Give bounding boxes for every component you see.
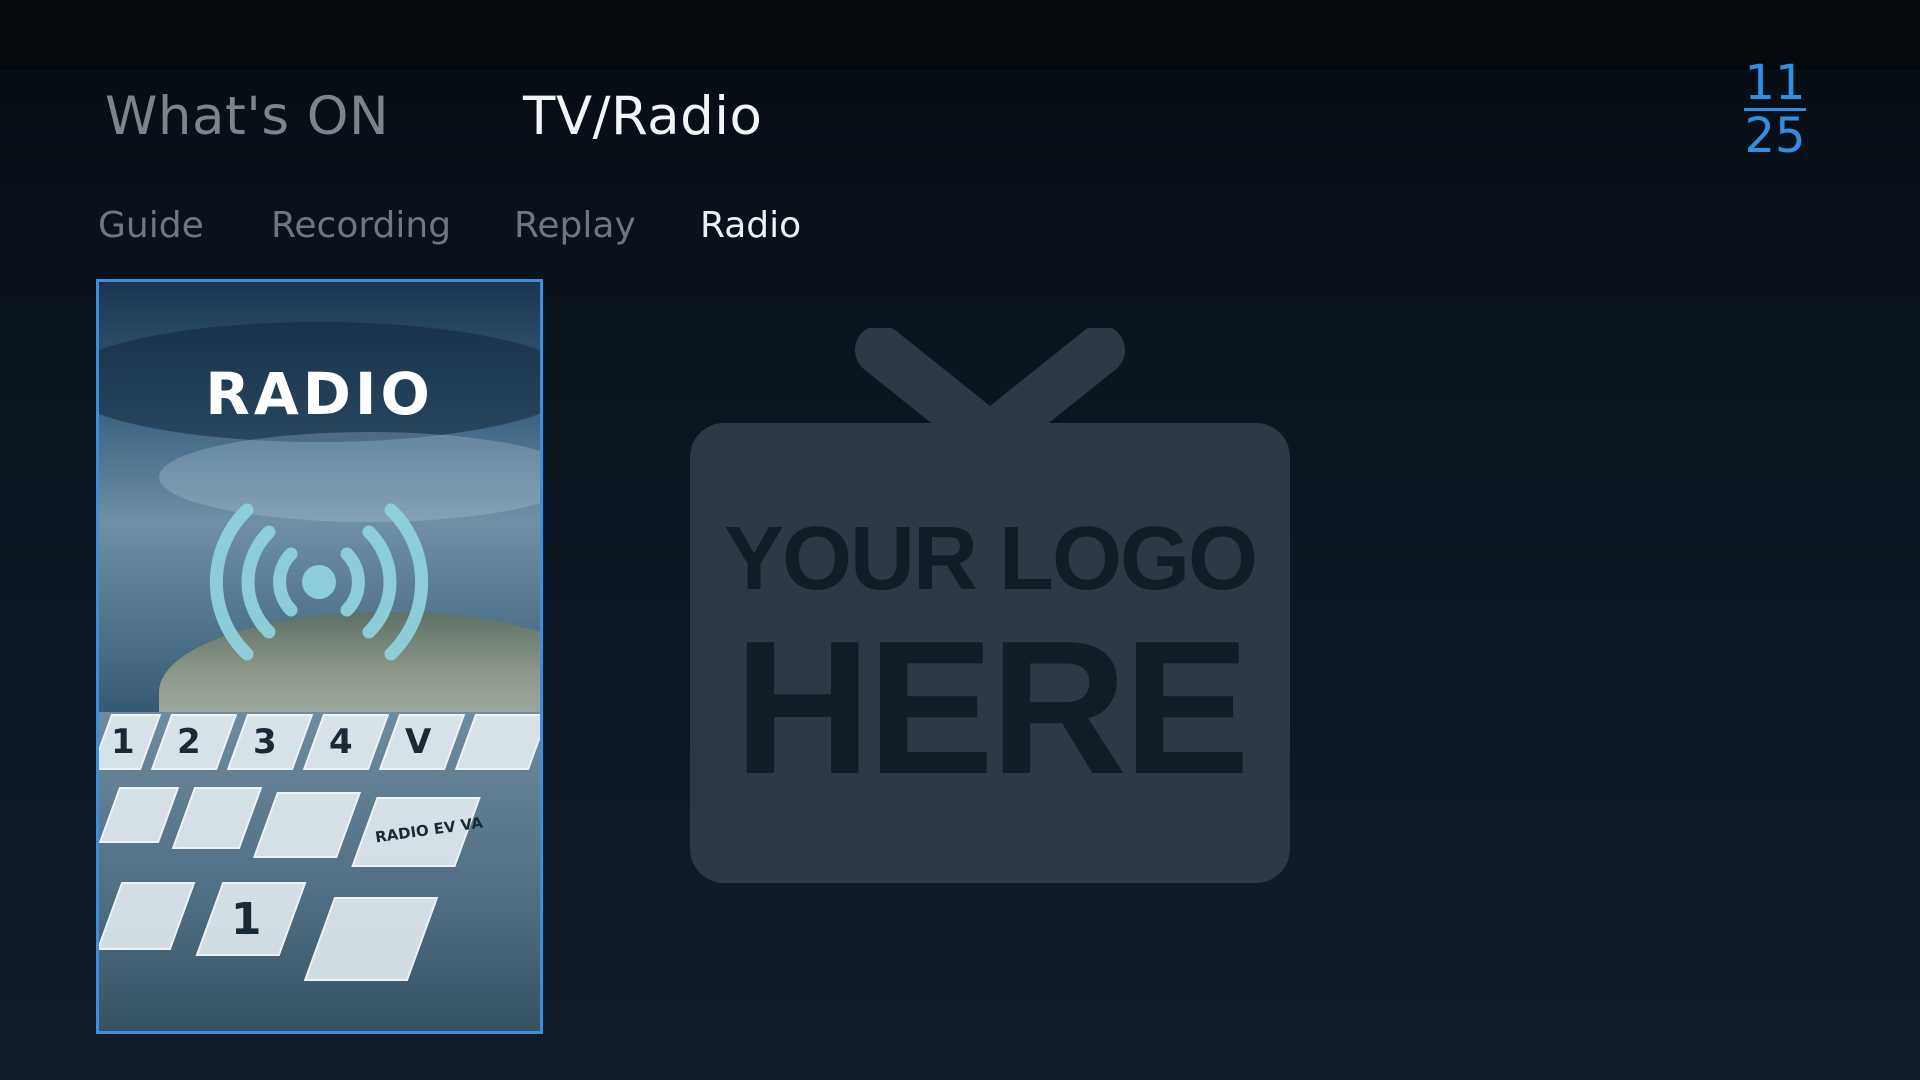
tab-replay[interactable]: Replay: [514, 205, 636, 246]
radio-poster-card[interactable]: RADIO 1 2 3 4 V RADIO EV VA 1: [96, 279, 543, 1034]
poster-title: RADIO: [205, 360, 434, 428]
radio-signal-icon: [209, 503, 429, 661]
tab-guide[interactable]: Guide: [98, 205, 204, 246]
clock-minute: 25: [1744, 108, 1806, 164]
tab-radio[interactable]: Radio: [700, 205, 801, 246]
tv-logo-body: YOUR LOGO HERE: [690, 423, 1290, 883]
logo-placeholder-line2: HERE: [734, 602, 1250, 814]
clock-hour: 11: [1744, 55, 1806, 111]
tile-label: V: [405, 722, 432, 762]
top-bar: [0, 0, 1920, 70]
tile-label: 4: [329, 722, 353, 762]
tile-label: 1: [111, 722, 135, 762]
tile-label: 2: [177, 722, 201, 762]
tab-tv-radio[interactable]: TV/Radio: [523, 86, 762, 147]
tab-whats-on[interactable]: What's ON: [105, 86, 389, 147]
tile-label: 3: [253, 722, 277, 762]
tab-recording[interactable]: Recording: [271, 205, 451, 246]
clock: 11 25: [1740, 55, 1810, 164]
logo-placeholder-line1: YOUR LOGO: [723, 509, 1258, 609]
tile-label: 1: [230, 894, 262, 945]
